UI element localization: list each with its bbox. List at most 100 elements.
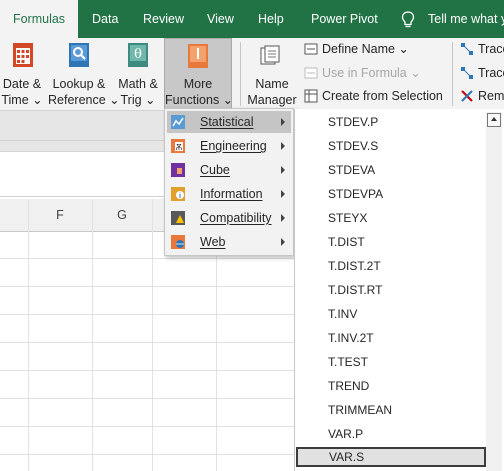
- function-item[interactable]: STEYX: [328, 208, 367, 228]
- function-item[interactable]: STDEV.P: [328, 112, 378, 132]
- remove-arrows-button[interactable]: Rem: [460, 86, 504, 106]
- function-item[interactable]: STDEVA: [328, 160, 375, 180]
- ribbon-panel: Date & Time ⌄ Lookup & Reference ⌄ θ Mat…: [0, 38, 504, 110]
- selected-function-label: VAR.S: [329, 450, 365, 464]
- more-functions-label-2: Functions ⌄: [165, 93, 234, 107]
- tab-power-pivot[interactable]: Power Pivot: [311, 0, 378, 38]
- engineering-icon: Ѫ: [171, 139, 185, 153]
- name-manager-label-1: Name: [255, 77, 289, 91]
- create-from-selection-label: Create from Selection: [322, 89, 443, 103]
- date-time-label-2: Time ⌄: [1, 93, 43, 107]
- function-item[interactable]: STDEV.S: [328, 136, 378, 156]
- trace-dependents-button[interactable]: Trace: [460, 63, 504, 83]
- menu-item-information[interactable]: i Information: [167, 183, 291, 205]
- chevron-right-icon: [281, 142, 285, 150]
- statistical-icon: [171, 115, 185, 129]
- function-item[interactable]: T.DIST.2T: [328, 256, 381, 276]
- lightbulb-icon: [401, 11, 415, 28]
- trace-precedents-icon: [461, 43, 473, 55]
- function-item[interactable]: STDEVPA: [328, 184, 383, 204]
- name-manager-button[interactable]: Name Manager: [246, 38, 298, 110]
- more-functions-label-1: More: [183, 77, 213, 91]
- function-item[interactable]: T.DIST.RT: [328, 280, 382, 300]
- menu-item-engineering[interactable]: Ѫ Engineering: [167, 135, 291, 157]
- math-trig-label-2: Trig ⌄: [120, 93, 156, 107]
- remove-arrows-label: Rem: [478, 89, 504, 103]
- trace-dependents-icon: [461, 67, 473, 79]
- lookup-reference-button[interactable]: Lookup & Reference ⌄: [48, 38, 120, 110]
- trace-precedents-label: Trace: [478, 42, 504, 56]
- menu-item-compatibility[interactable]: Compatibility: [167, 207, 291, 229]
- menu-label-statistical: Statistical: [200, 115, 254, 129]
- more-functions-menu: Statistical Ѫ Engineering Cube i Informa…: [164, 108, 294, 256]
- function-item[interactable]: T.DIST: [328, 232, 365, 252]
- scroll-up-button[interactable]: [487, 113, 501, 127]
- trace-dependents-label: Trace: [478, 66, 504, 80]
- remove-arrows-icon: [461, 90, 473, 102]
- tab-view[interactable]: View: [207, 0, 234, 38]
- svg-text:i: i: [179, 193, 181, 200]
- web-icon: [171, 235, 185, 249]
- menu-item-statistical[interactable]: Statistical: [167, 111, 291, 133]
- tab-review[interactable]: Review: [143, 0, 184, 38]
- date-time-label-1: Date &: [2, 77, 42, 91]
- function-item[interactable]: T.INV.2T: [328, 328, 374, 348]
- menu-item-cube[interactable]: Cube: [167, 159, 291, 181]
- use-in-formula-icon: [304, 67, 318, 79]
- function-item[interactable]: VAR.P: [328, 424, 363, 444]
- use-in-formula-label: Use in Formula ⌄: [322, 66, 421, 80]
- date-time-button[interactable]: Date & Time ⌄: [0, 38, 44, 110]
- lookup-label-1: Lookup &: [52, 77, 106, 91]
- chevron-right-icon: [281, 190, 285, 198]
- create-from-selection-button[interactable]: Create from Selection: [304, 86, 443, 106]
- math-trig-icon: θ: [128, 43, 148, 67]
- chevron-right-icon: [281, 166, 285, 174]
- function-item[interactable]: T.INV: [328, 304, 357, 324]
- ribbon-tab-bar: Formulas Data Review View Help Power Piv…: [0, 0, 504, 38]
- math-trig-button[interactable]: θ Math & Trig ⌄: [114, 38, 162, 110]
- function-item-selected[interactable]: VAR.S: [296, 447, 486, 467]
- menu-label-cube: Cube: [200, 163, 230, 177]
- submenu-scrollbar[interactable]: [486, 112, 502, 471]
- column-header-f[interactable]: F: [28, 199, 92, 231]
- date-time-icon: [13, 43, 33, 67]
- trace-precedents-button[interactable]: Trace: [460, 39, 504, 59]
- chevron-right-icon: [281, 118, 285, 126]
- use-in-formula-button[interactable]: Use in Formula ⌄: [304, 63, 421, 83]
- name-manager-icon: [260, 45, 280, 65]
- ribbon-separator: [240, 42, 241, 106]
- function-item[interactable]: T.TEST: [328, 352, 368, 372]
- name-manager-label-2: Manager: [247, 93, 297, 107]
- lookup-label-2: Reference ⌄: [48, 93, 120, 107]
- grid-line: [28, 199, 29, 471]
- tab-data[interactable]: Data: [92, 0, 118, 38]
- svg-text:Ѫ: Ѫ: [176, 143, 183, 152]
- more-functions-button[interactable]: More Functions ⌄: [164, 38, 234, 110]
- function-item[interactable]: TRIMMEAN: [328, 400, 392, 420]
- tab-formulas[interactable]: Formulas: [0, 0, 78, 38]
- ribbon-separator-2: [452, 42, 453, 106]
- column-header-g[interactable]: G: [92, 199, 152, 231]
- menu-label-web: Web: [200, 235, 226, 249]
- cube-icon: [171, 163, 185, 177]
- tell-me-search[interactable]: Tell me what y: [428, 0, 504, 38]
- more-functions-icon: [188, 44, 208, 68]
- grid-line: [92, 199, 93, 471]
- compatibility-icon: [171, 211, 185, 225]
- function-item[interactable]: TREND: [328, 376, 369, 396]
- information-icon: i: [171, 187, 185, 201]
- chevron-right-icon: [281, 214, 285, 222]
- menu-label-information: Information: [200, 187, 263, 201]
- define-name-label: Define Name ⌄: [322, 42, 409, 56]
- menu-label-compatibility: Compatibility: [200, 211, 272, 225]
- statistical-functions-menu: STDEV.P STDEV.S STDEVA STDEVPA STEYX T.D…: [294, 109, 504, 471]
- define-name-button[interactable]: Define Name ⌄: [304, 39, 409, 59]
- define-name-icon: [304, 43, 318, 55]
- tab-help[interactable]: Help: [258, 0, 284, 38]
- grid-line: [152, 199, 153, 471]
- svg-text:θ: θ: [134, 47, 142, 62]
- lookup-reference-icon: [69, 43, 89, 67]
- math-trig-label-1: Math &: [118, 77, 158, 91]
- menu-item-web[interactable]: Web: [167, 231, 291, 253]
- create-from-selection-icon: [304, 89, 318, 103]
